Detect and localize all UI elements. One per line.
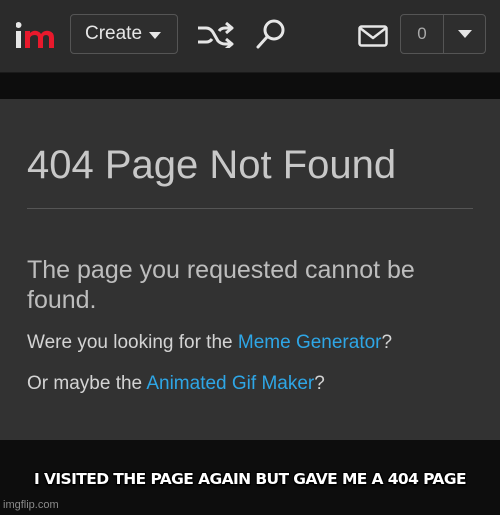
search-icon[interactable] [255, 18, 287, 50]
suggestion-suffix: ? [381, 332, 393, 353]
imgflip-watermark: imgflip.com [3, 499, 59, 511]
suggestion-suffix: ? [314, 373, 325, 394]
suggestion-text: Were you looking for the [27, 332, 238, 353]
divider [27, 208, 473, 209]
create-dropdown-button[interactable]: Create [70, 14, 178, 54]
notifications-dropdown[interactable]: 0 [400, 14, 486, 54]
notification-count[interactable]: 0 [401, 15, 444, 53]
animated-gif-maker-link[interactable]: Animated Gif Maker [146, 373, 314, 394]
page-title: 404 Page Not Found [27, 143, 397, 187]
chevron-down-icon [457, 30, 472, 38]
error-panel: 404 Page Not Found The page you requeste… [0, 99, 500, 440]
error-message: The page you requested cannot be found. [27, 256, 415, 314]
suggestion-line-gif-maker: Or maybe the Animated Gif Maker? [27, 373, 325, 395]
mail-icon[interactable] [358, 25, 388, 47]
meme-caption: I VISITED THE PAGE AGAIN BUT GAVE ME A 4… [34, 470, 467, 488]
create-label: Create [85, 23, 143, 44]
suggestion-line-meme-generator: Were you looking for the Meme Generator? [27, 332, 392, 354]
imgflip-logo-icon[interactable] [16, 20, 58, 50]
shuffle-icon[interactable] [197, 22, 235, 48]
meme-generator-link[interactable]: Meme Generator [238, 332, 382, 353]
top-navbar: Create 0 [0, 0, 500, 73]
notifications-toggle[interactable] [444, 15, 485, 53]
chevron-down-icon [149, 32, 162, 39]
suggestion-text: Or maybe the [27, 373, 147, 394]
